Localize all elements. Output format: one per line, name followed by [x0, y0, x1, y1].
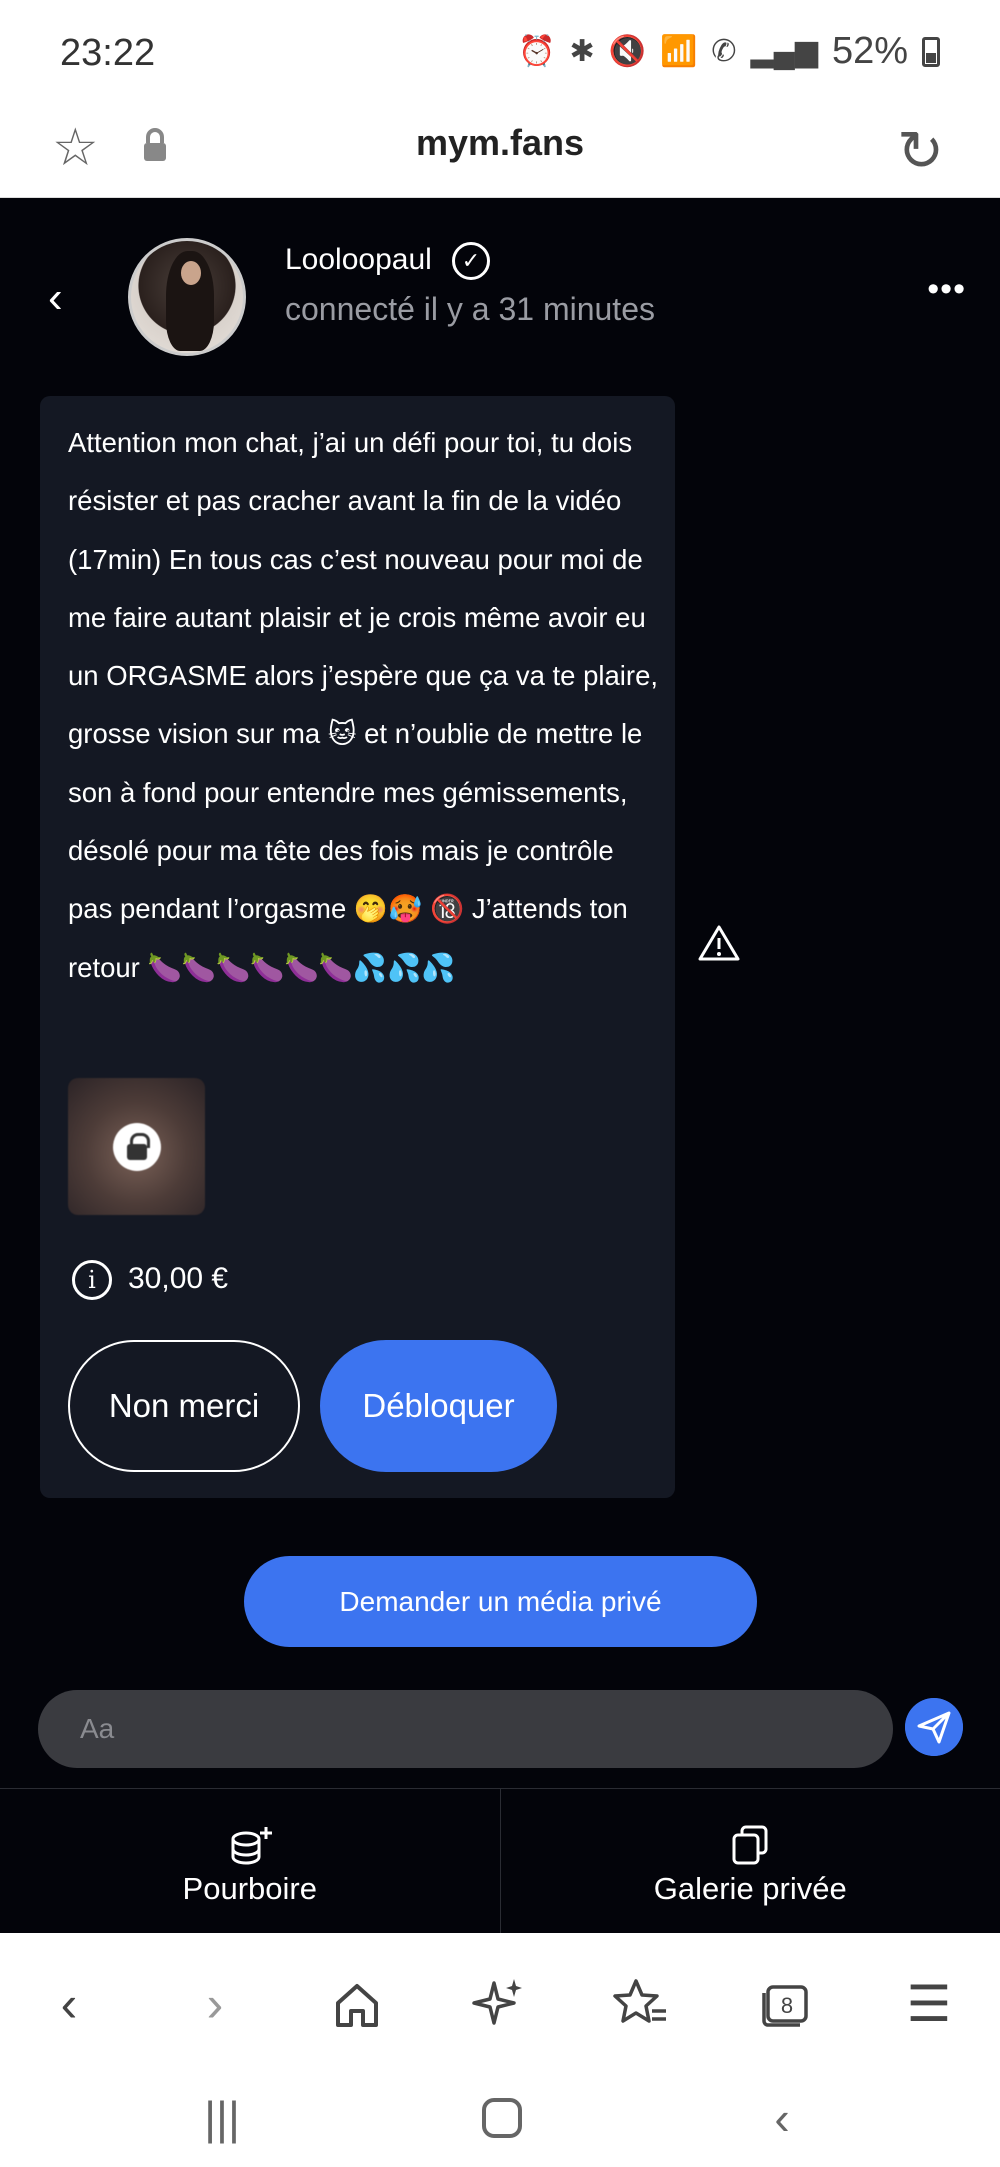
- browser-toolbar: ‹ › 8 ☰ ||| ‹: [0, 1933, 1000, 2167]
- avatar-face: [181, 261, 201, 285]
- url-domain[interactable]: mym.fans: [0, 122, 1000, 164]
- alarm-icon: ⏰: [518, 35, 556, 68]
- browser-back-icon[interactable]: ‹: [34, 1969, 104, 2039]
- bluetooth-icon: ✱: [569, 35, 595, 68]
- call-icon: ✆: [711, 35, 737, 68]
- home-icon[interactable]: [322, 1969, 392, 2039]
- username[interactable]: Looloopaul: [285, 243, 432, 277]
- tab-tip-label: Pourboire: [182, 1871, 317, 1906]
- decline-button[interactable]: Non merci: [68, 1340, 300, 1472]
- message-composer: [38, 1690, 893, 1768]
- request-private-media-button[interactable]: Demander un média privé: [244, 1556, 757, 1647]
- avatar[interactable]: [128, 238, 246, 356]
- status-bar: 23:22 ⏰ ✱ 🔇 📶 ✆ ▂▄▆ 52%: [0, 0, 1000, 100]
- tab-count: 8: [781, 1993, 793, 2018]
- status-time: 23:22: [60, 32, 156, 74]
- sparkle-icon[interactable]: [464, 1969, 534, 2039]
- system-home-icon[interactable]: [462, 2088, 542, 2148]
- locked-media-thumbnail[interactable]: [68, 1078, 205, 1215]
- message-text: Attention mon chat, j’ai un défi pour to…: [68, 427, 659, 983]
- recent-apps-icon[interactable]: |||: [182, 2088, 262, 2148]
- tabs-button[interactable]: 8: [750, 1969, 820, 2039]
- system-back-icon[interactable]: ‹: [742, 2088, 822, 2148]
- status-icons: ⏰ ✱ 🔇 📶 ✆ ▂▄▆ 52%: [518, 30, 940, 73]
- unlock-button[interactable]: Débloquer: [320, 1340, 557, 1472]
- browser-url-bar: ☆ mym.fans ↻: [0, 100, 1000, 198]
- send-icon[interactable]: [905, 1698, 963, 1756]
- gallery-icon: [732, 1825, 768, 1865]
- browser-forward-icon[interactable]: ›: [180, 1969, 250, 2039]
- report-warning-icon[interactable]: [698, 924, 740, 962]
- battery-icon: [922, 36, 940, 67]
- battery-percentage: 52%: [831, 30, 908, 72]
- wifi-icon: 📶: [660, 35, 698, 68]
- tab-private-gallery[interactable]: Galerie privée: [499, 1789, 1000, 1933]
- bottom-action-tabs: Pourboire Galerie privée: [0, 1788, 1000, 1933]
- paid-message-card: Attention mon chat, j’ai un défi pour to…: [40, 396, 675, 1498]
- coins-plus-icon: [231, 1827, 272, 1865]
- back-chevron-icon[interactable]: ‹: [48, 273, 63, 323]
- message-input[interactable]: [80, 1690, 870, 1768]
- mute-icon: 🔇: [608, 35, 647, 68]
- tab-gallery-label: Galerie privée: [653, 1871, 847, 1906]
- tab-tip[interactable]: Pourboire: [0, 1789, 500, 1933]
- presence-status: connecté il y a 31 minutes: [285, 291, 655, 327]
- reload-icon[interactable]: ↻: [897, 118, 944, 184]
- price-label: 30,00 €: [128, 1262, 229, 1295]
- more-options-icon[interactable]: •••: [927, 270, 966, 309]
- tabs-icon: 8: [762, 1985, 808, 2027]
- verified-badge-icon: ✓: [452, 242, 490, 280]
- lock-icon: [113, 1123, 161, 1171]
- signal-icon: ▂▄▆: [750, 35, 818, 68]
- chat-screen: ‹ Looloopaul ✓ connecté il y a 31 minute…: [0, 198, 1000, 1933]
- menu-icon[interactable]: ☰: [894, 1969, 964, 2039]
- bookmarks-icon[interactable]: [606, 1969, 676, 2039]
- info-icon[interactable]: i: [72, 1260, 112, 1300]
